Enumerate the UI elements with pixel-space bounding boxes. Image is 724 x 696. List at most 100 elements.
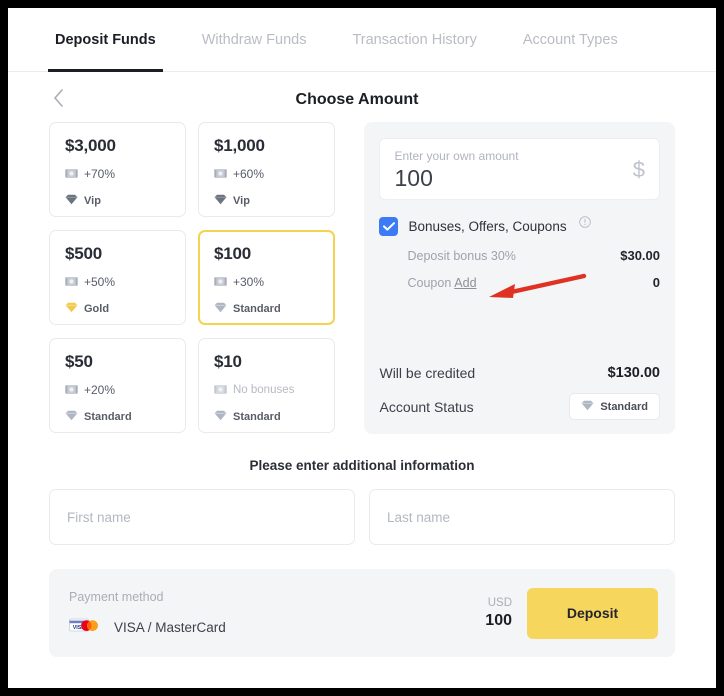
gem-icon xyxy=(214,300,227,318)
amount-card-tier-label: Vip xyxy=(84,195,101,207)
main-tabbar: Deposit Funds Withdraw Funds Transaction… xyxy=(8,8,716,72)
tab-deposit-funds[interactable]: Deposit Funds xyxy=(55,8,156,72)
tab-transaction-history[interactable]: Transaction History xyxy=(352,8,476,72)
status-badge-label: Standard xyxy=(600,401,648,413)
custom-amount-input-text: Enter your own amount 100 xyxy=(394,148,518,192)
amount-card-value: $1,000 xyxy=(214,136,334,156)
main-content: $3,000 +70% Vip $1,000 xyxy=(8,122,716,434)
banknote-icon xyxy=(65,165,78,183)
gem-icon xyxy=(65,192,78,210)
account-status-row: Account Status Standard xyxy=(379,393,660,420)
banknote-icon xyxy=(214,165,227,183)
amount-card-bonus: +30% xyxy=(214,273,333,291)
deposit-window: Deposit Funds Withdraw Funds Transaction… xyxy=(8,8,716,688)
status-badge[interactable]: Standard xyxy=(569,393,660,420)
tab-withdraw-funds[interactable]: Withdraw Funds xyxy=(202,8,307,72)
card-brand-icons: VISA xyxy=(69,618,103,637)
amount-card-bonus: No bonuses xyxy=(214,381,334,399)
amount-card-tier-label: Standard xyxy=(84,411,132,423)
coupon-add-link[interactable]: Add xyxy=(454,276,476,290)
deposit-button[interactable]: Deposit xyxy=(527,588,658,639)
bonus-line-label: CouponAdd xyxy=(407,276,476,290)
gem-icon xyxy=(214,192,227,210)
tab-account-types[interactable]: Account Types xyxy=(523,8,618,72)
amount-card-tier: Gold xyxy=(65,300,185,318)
tab-label: Deposit Funds xyxy=(55,32,156,48)
info-circle-icon[interactable] xyxy=(579,215,591,233)
first-name-placeholder: First name xyxy=(67,510,131,525)
payment-method-label: Payment method xyxy=(69,590,485,604)
payment-method-block: Payment method VISA VISA / MasterCard xyxy=(69,590,485,637)
amount-card-bonus-label: +30% xyxy=(233,275,264,289)
amount-card-value: $3,000 xyxy=(65,136,185,156)
will-be-credited-label: Will be credited xyxy=(379,365,475,381)
coupon-label: Coupon xyxy=(407,276,451,290)
deposit-summary-panel: Enter your own amount 100 $ Bonuses, Off… xyxy=(364,122,675,434)
payment-currency: USD xyxy=(485,596,512,611)
bonus-line-coupon: CouponAdd 0 xyxy=(379,275,660,290)
amount-card-500[interactable]: $500 +50% Gold xyxy=(49,230,186,325)
bonuses-title: Bonuses, Offers, Coupons xyxy=(408,219,566,234)
tab-label: Withdraw Funds xyxy=(202,32,307,48)
chevron-left-icon[interactable] xyxy=(53,89,64,111)
banknote-icon xyxy=(214,273,227,291)
last-name-placeholder: Last name xyxy=(387,510,450,525)
will-be-credited-row: Will be credited $130.00 xyxy=(379,365,660,381)
payment-method-name: VISA / MasterCard xyxy=(114,620,226,635)
amount-card-bonus-label: +70% xyxy=(84,167,115,181)
amount-card-value: $50 xyxy=(65,352,185,372)
bonus-line-value: $30.00 xyxy=(620,248,660,263)
account-status-label: Account Status xyxy=(379,399,473,415)
amount-card-bonus: +20% xyxy=(65,381,185,399)
payment-section: Payment method VISA VISA / MasterCard xyxy=(8,569,716,657)
amount-card-tier-label: Standard xyxy=(233,303,281,315)
bonuses-checkbox[interactable] xyxy=(379,217,398,236)
amount-card-bonus: +50% xyxy=(65,273,185,291)
amount-card-tier: Standard xyxy=(214,300,333,318)
page-header: Choose Amount xyxy=(8,78,716,122)
custom-amount-value: 100 xyxy=(394,164,518,192)
payment-amount: 100 xyxy=(485,611,512,631)
name-fields-row: First name Last name xyxy=(8,489,716,545)
amount-card-bonus: +60% xyxy=(214,165,334,183)
custom-amount-input[interactable]: Enter your own amount 100 $ xyxy=(379,138,660,200)
amount-card-tier: Vip xyxy=(65,192,185,210)
amount-card-tier-label: Vip xyxy=(233,195,250,207)
amount-card-bonus-label: No bonuses xyxy=(233,384,294,396)
additional-info-title: Please enter additional information xyxy=(8,458,716,473)
tab-label: Account Types xyxy=(523,32,618,48)
amount-card-3000[interactable]: $3,000 +70% Vip xyxy=(49,122,186,217)
payment-amount-block: USD 100 xyxy=(485,596,512,631)
amount-card-tier: Standard xyxy=(214,408,334,426)
gem-icon xyxy=(65,408,78,426)
amount-card-grid: $3,000 +70% Vip $1,000 xyxy=(49,122,350,434)
bonuses-header: Bonuses, Offers, Coupons xyxy=(379,217,660,236)
amount-card-bonus-label: +20% xyxy=(84,383,115,397)
tab-label: Transaction History xyxy=(352,32,476,48)
bonus-line-deposit: Deposit bonus 30% $30.00 xyxy=(379,248,660,263)
bonus-line-value: 0 xyxy=(653,275,660,290)
amount-card-100[interactable]: $100 +30% Standard xyxy=(198,230,335,325)
amount-card-tier-label: Standard xyxy=(233,411,281,423)
amount-card-50[interactable]: $50 +20% Standard xyxy=(49,338,186,433)
amount-card-tier: Standard xyxy=(65,408,185,426)
amount-card-value: $10 xyxy=(214,352,334,372)
banknote-icon xyxy=(214,381,227,399)
payment-method-selector[interactable]: VISA VISA / MasterCard xyxy=(69,618,485,637)
page-title: Choose Amount xyxy=(8,91,716,109)
last-name-input[interactable]: Last name xyxy=(369,489,675,545)
panel-spacer xyxy=(379,290,660,353)
currency-symbol-icon: $ xyxy=(633,157,645,183)
banknote-icon xyxy=(65,273,78,291)
bonus-line-label: Deposit bonus 30% xyxy=(407,249,515,263)
first-name-input[interactable]: First name xyxy=(49,489,355,545)
gem-icon xyxy=(214,408,227,426)
amount-card-1000[interactable]: $1,000 +60% Vip xyxy=(198,122,335,217)
amount-card-tier-label: Gold xyxy=(84,303,109,315)
amount-card-value: $100 xyxy=(214,244,333,264)
gem-icon xyxy=(65,300,78,318)
amount-card-bonus-label: +50% xyxy=(84,275,115,289)
amount-card-10[interactable]: $10 No bonuses Standard xyxy=(198,338,335,433)
amount-card-tier: Vip xyxy=(214,192,334,210)
gem-icon xyxy=(581,400,594,414)
